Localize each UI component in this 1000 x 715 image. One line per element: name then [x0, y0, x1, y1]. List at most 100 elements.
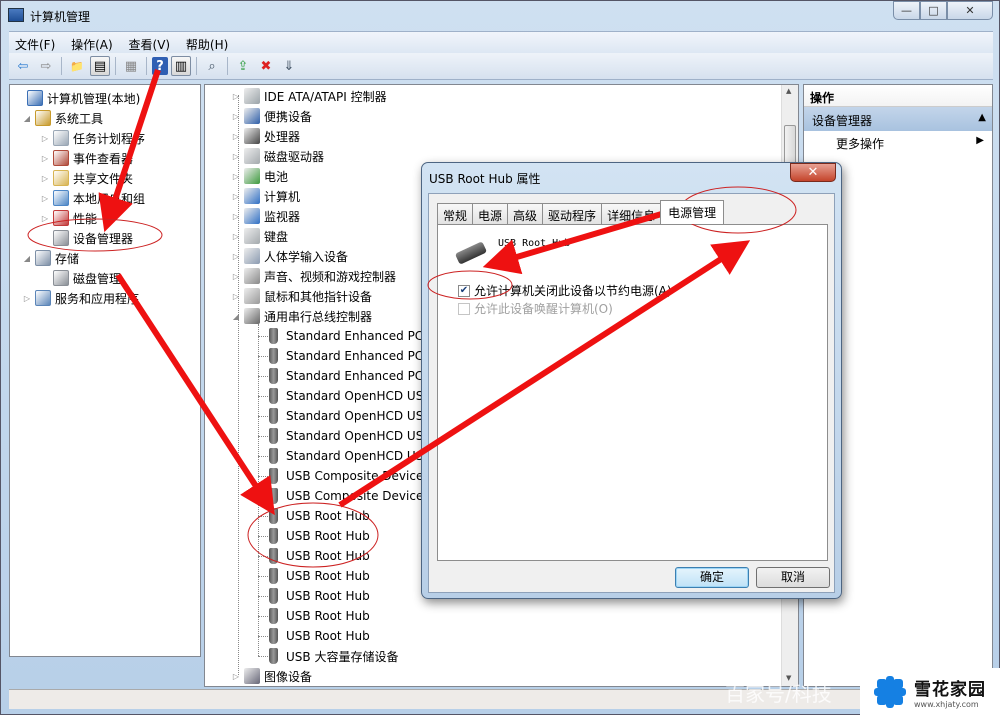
device-category[interactable]: ▷ 监视器	[231, 206, 300, 226]
tab-general[interactable]: 常规	[437, 203, 474, 224]
device-category-icon	[244, 148, 260, 164]
maximize-button[interactable]: □	[920, 1, 947, 20]
allow-power-off-checkbox[interactable]: ✔ 允许计算机关闭此设备以节约电源(A)	[458, 282, 672, 299]
nav-item[interactable]: 设备管理器	[40, 228, 133, 248]
usb-device-item[interactable]: Standard Enhanced PCI	[269, 326, 427, 346]
power-management-panel: USB Root Hub ✔ 允许计算机关闭此设备以节约电源(A) 允许此设备唤…	[437, 224, 828, 561]
scroll-up-icon[interactable]: ▲	[786, 87, 791, 95]
tab-power[interactable]: 电源	[472, 203, 509, 224]
nav-item-label: 系统工具	[55, 111, 104, 126]
scan-hardware-icon[interactable]: ⌕	[202, 56, 222, 76]
device-category-icon	[244, 248, 260, 264]
usb-device-item[interactable]: USB Root Hub	[269, 566, 370, 586]
device-category[interactable]: ▷ 人体学输入设备	[231, 246, 348, 266]
tab-advanced[interactable]: 高级	[507, 203, 544, 224]
usb-device-item[interactable]: Standard OpenHCD US	[269, 446, 423, 466]
nav-item[interactable]: ▷ 共享文件夹	[40, 168, 133, 188]
expand-arrow-icon[interactable]: ▷	[231, 172, 241, 181]
expand-arrow-icon[interactable]: ▷	[231, 152, 241, 161]
close-button[interactable]: ✕	[947, 1, 993, 20]
device-category[interactable]: ▷ 图像设备	[231, 666, 312, 686]
dialog-close-button[interactable]: ✕	[790, 163, 836, 182]
nav-item[interactable]: ◢ 存储	[22, 248, 79, 268]
usb-device-item[interactable]: USB Root Hub	[269, 546, 370, 566]
expand-arrow-icon[interactable]: ▷	[22, 294, 32, 303]
expand-arrow-icon[interactable]: ▷	[231, 112, 241, 121]
usb-device-item[interactable]: USB Composite Device	[269, 486, 423, 506]
device-category[interactable]: ◢ 通用串行总线控制器	[231, 306, 372, 326]
usb-device-item[interactable]: USB Root Hub	[269, 606, 370, 626]
device-category[interactable]: ▷ 磁盘驱动器	[231, 146, 324, 166]
nav-item-label: 计算机管理(本地)	[47, 91, 141, 106]
nav-item[interactable]: ▷ 性能	[40, 208, 97, 228]
usb-device-item[interactable]: USB Root Hub	[269, 506, 370, 526]
more-actions-item[interactable]: 更多操作 ▶	[804, 131, 992, 153]
update-driver-icon[interactable]: ⇪	[233, 56, 253, 76]
tab-details[interactable]: 详细信息	[601, 203, 662, 224]
expand-arrow-icon[interactable]: ▷	[40, 194, 50, 203]
usb-device-item[interactable]: USB Composite Device	[269, 466, 423, 486]
back-arrow-icon[interactable]: ⇦	[13, 56, 33, 76]
device-category[interactable]: ▷ 便携设备	[231, 106, 312, 126]
nav-item[interactable]: ▷ 任务计划程序	[40, 128, 145, 148]
properties-icon[interactable]: ▦	[121, 56, 141, 76]
nav-item[interactable]: ▷ 本地用户和组	[40, 188, 145, 208]
usb-device-item[interactable]: USB Root Hub	[269, 586, 370, 606]
expand-arrow-icon[interactable]: ▷	[231, 132, 241, 141]
tab-power-management[interactable]: 电源管理	[660, 200, 725, 224]
expand-arrow-icon[interactable]: ▷	[40, 154, 50, 163]
usb-device-item[interactable]: Standard OpenHCD US	[269, 426, 423, 446]
minimize-button[interactable]: —	[893, 1, 920, 20]
nav-item[interactable]: ▷ 服务和应用程序	[22, 288, 139, 308]
nav-item[interactable]: 计算机管理(本地)	[14, 88, 140, 108]
device-category[interactable]: ▷ 键盘	[231, 226, 288, 246]
expand-arrow-icon[interactable]: ▷	[231, 672, 241, 681]
tab-driver[interactable]: 驱动程序	[542, 203, 603, 224]
expand-arrow-icon[interactable]: ▷	[231, 252, 241, 261]
usb-device-item[interactable]: Standard Enhanced PCI	[269, 346, 427, 366]
show-hide-tree-icon[interactable]: ▤	[90, 56, 110, 76]
device-category[interactable]: ▷ 鼠标和其他指针设备	[231, 286, 372, 306]
device-category[interactable]: ▷ 处理器	[231, 126, 300, 146]
expand-arrow-icon[interactable]: ▷	[231, 292, 241, 301]
collapse-arrow-icon[interactable]: ◢	[231, 312, 241, 321]
device-category[interactable]: ▷ 电池	[231, 166, 288, 186]
title-bar[interactable]: 计算机管理 — □ ✕	[1, 1, 1000, 31]
nav-item[interactable]: ◢ 系统工具	[22, 108, 103, 128]
expand-arrow-icon[interactable]: ▷	[40, 174, 50, 183]
checkbox-checked-icon[interactable]: ✔	[458, 284, 470, 297]
expand-arrow-icon[interactable]: ▷	[40, 134, 50, 143]
usb-device-item[interactable]: Standard OpenHCD US	[269, 386, 423, 406]
expand-arrow-icon[interactable]: ▷	[231, 212, 241, 221]
nav-item[interactable]: 磁盘管理	[40, 268, 121, 288]
up-folder-icon[interactable]: 📁	[67, 56, 87, 76]
nav-item-icon	[35, 250, 51, 266]
usb-device-label: USB Root Hub	[286, 589, 370, 603]
collapse-arrow-icon[interactable]: ◢	[22, 254, 32, 263]
usb-device-item[interactable]: Standard Enhanced PCI	[269, 366, 427, 386]
expand-arrow-icon[interactable]: ▷	[231, 272, 241, 281]
expand-arrow-icon[interactable]: ▷	[40, 214, 50, 223]
usb-device-item[interactable]: USB Root Hub	[269, 626, 370, 646]
ok-button[interactable]: 确定	[675, 567, 749, 588]
device-category-icon	[244, 268, 260, 284]
collapse-icon[interactable]: ▲	[978, 112, 986, 123]
actions-section-device-manager[interactable]: 设备管理器 ▲	[804, 107, 992, 131]
disable-device-icon[interactable]: ⇓	[279, 56, 299, 76]
help-icon[interactable]: ?	[152, 57, 168, 75]
collapse-arrow-icon[interactable]: ◢	[22, 114, 32, 123]
nav-item[interactable]: ▷ 事件查看器	[40, 148, 133, 168]
cancel-button[interactable]: 取消	[756, 567, 830, 588]
forward-arrow-icon[interactable]: ⇨	[36, 56, 56, 76]
expand-arrow-icon[interactable]: ▷	[231, 192, 241, 201]
device-category[interactable]: ▷ IDE ATA/ATAPI 控制器	[231, 86, 387, 106]
usb-device-item[interactable]: Standard OpenHCD US	[269, 406, 423, 426]
show-action-pane-icon[interactable]: ▥	[171, 56, 191, 76]
uninstall-device-icon[interactable]: ✖	[256, 56, 276, 76]
device-category[interactable]: ▷ 声音、视频和游戏控制器	[231, 266, 396, 286]
usb-device-item[interactable]: USB 大容量存储设备	[269, 646, 398, 666]
expand-arrow-icon[interactable]: ▷	[231, 232, 241, 241]
device-category[interactable]: ▷ 计算机	[231, 186, 300, 206]
usb-device-item[interactable]: USB Root Hub	[269, 526, 370, 546]
expand-arrow-icon[interactable]: ▷	[231, 92, 241, 101]
